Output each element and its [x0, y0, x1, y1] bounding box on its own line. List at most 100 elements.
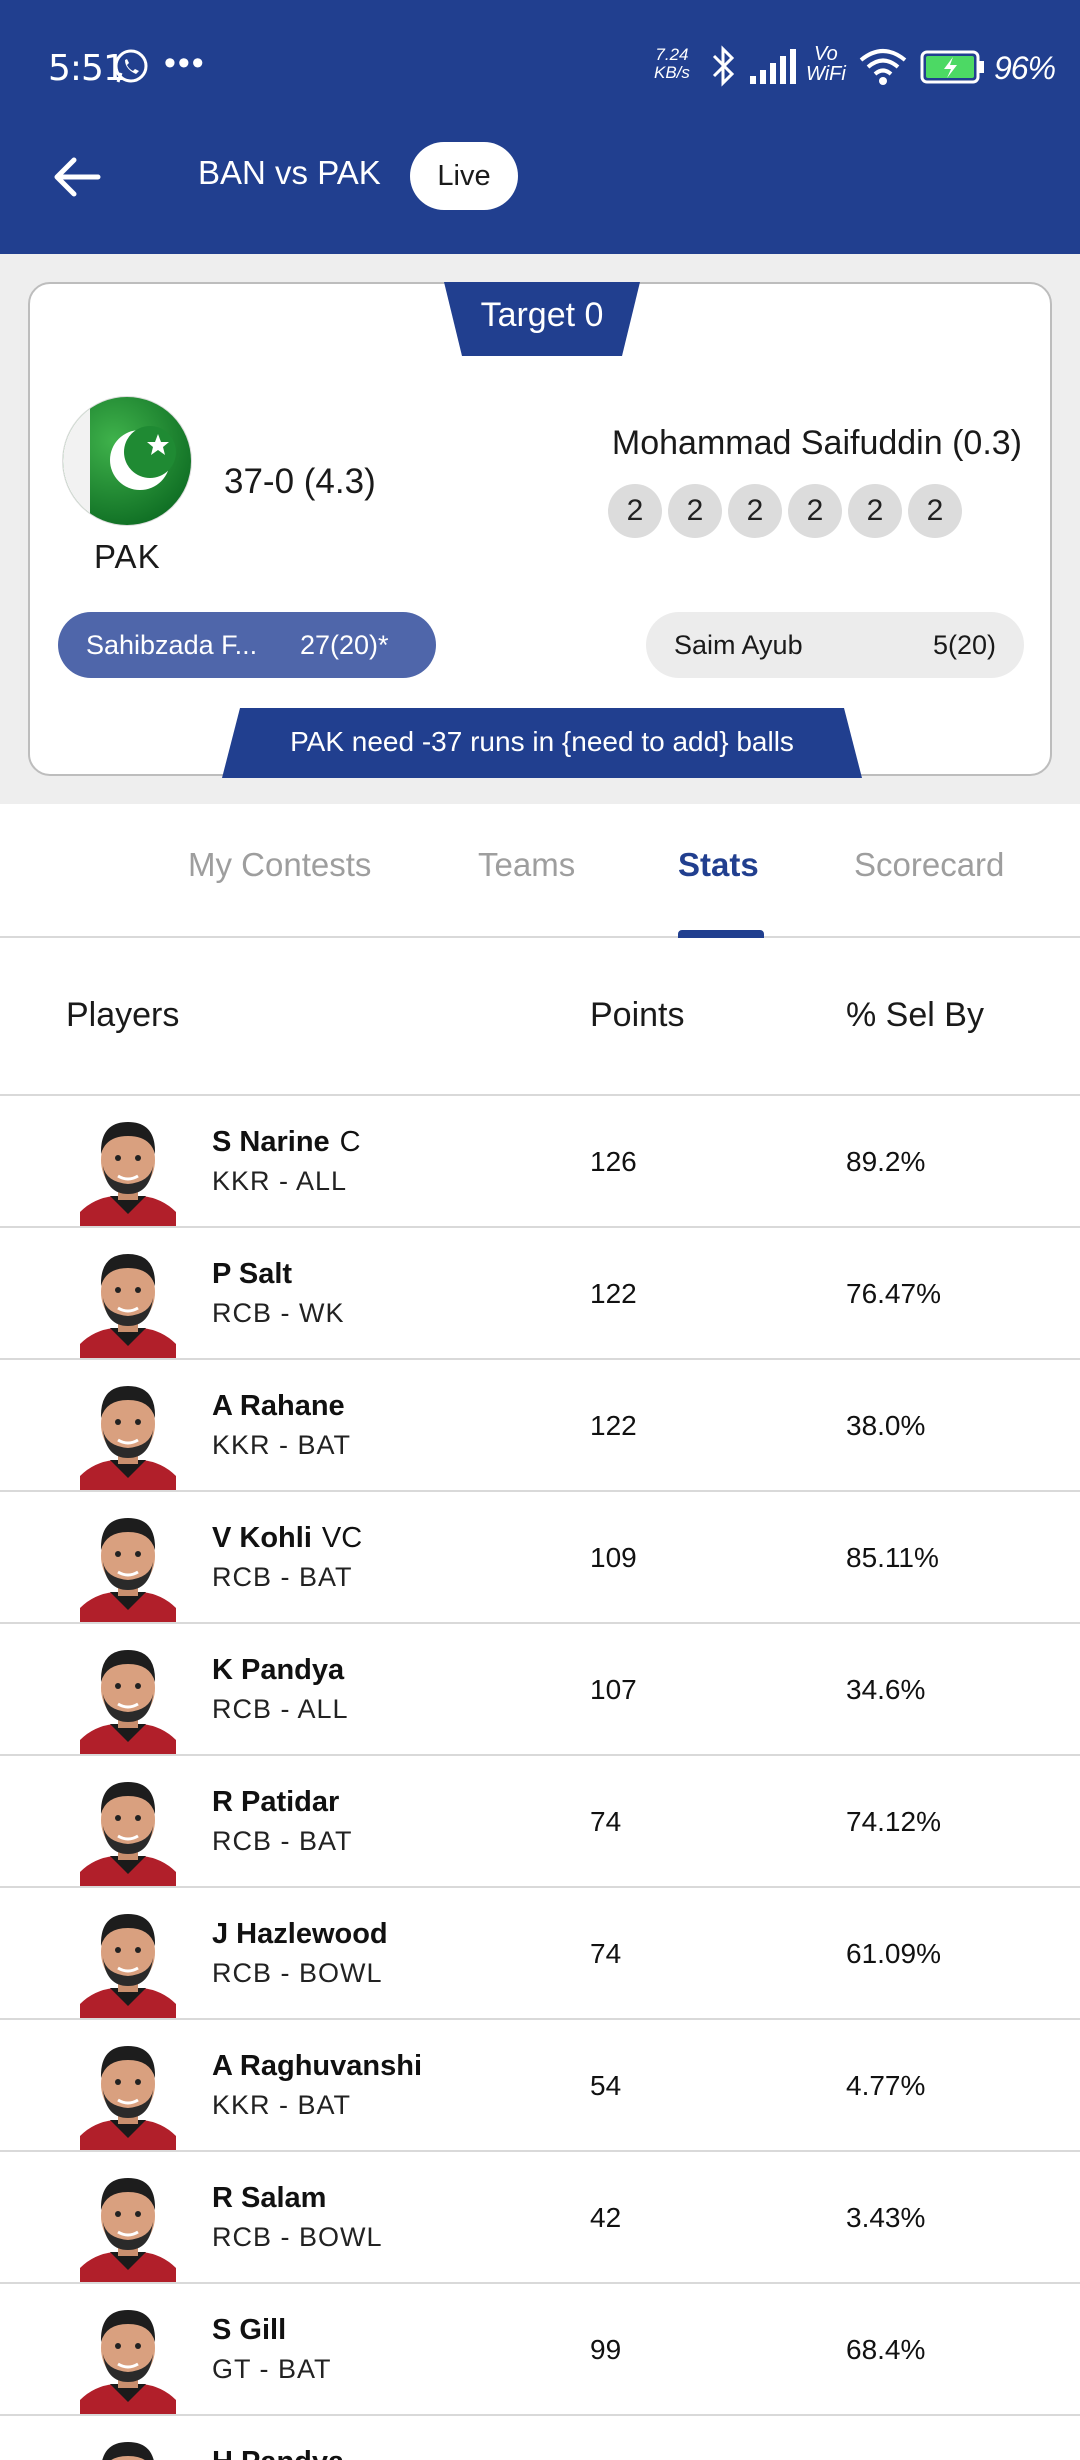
player-team: KKR - ALL: [212, 1166, 348, 1196]
active-tab-indicator: [678, 930, 764, 938]
player-avatar: [80, 1254, 176, 1358]
player-name: A Rahane: [212, 1390, 345, 1422]
ball-result: 2: [908, 484, 962, 538]
batsman-runs: 27(20)*: [300, 630, 389, 660]
player-selected-by: 74.12%: [846, 1806, 941, 1837]
player-selected-by: 61.09%: [846, 1938, 941, 1969]
battery-percent: 96%: [994, 50, 1056, 86]
player-avatar: [80, 1914, 176, 2018]
match-title: BAN vs PAK: [198, 154, 381, 191]
player-selected-by: 3.43%: [846, 2202, 926, 2233]
player-role-tag: VC: [321, 1522, 363, 1554]
column-header-sel-by: % Sel By: [846, 996, 984, 1034]
player-team: RCB - BAT: [212, 1562, 353, 1592]
player-points: 42: [590, 2202, 622, 2233]
player-avatar: [80, 1518, 176, 1622]
ball-result: 2: [608, 484, 662, 538]
tab-teams[interactable]: Teams: [478, 846, 575, 884]
player-avatar: [80, 1650, 176, 1754]
table-row[interactable]: P Salt RCB - WK 122 76.47%: [0, 1228, 1080, 1360]
player-team: GT - BAT: [212, 2354, 332, 2384]
player-selected-by: 89.2%: [846, 1146, 926, 1177]
more-notifications-icon: •••: [164, 44, 206, 82]
runs-needed-banner: PAK need -37 runs in {need to add} balls: [222, 708, 862, 778]
pakistan-flag-icon: [62, 396, 192, 526]
column-header-players: Players: [66, 996, 180, 1034]
table-row[interactable]: H Pandya: [0, 2416, 1080, 2460]
player-avatar: [80, 1122, 176, 1226]
player-name: K Pandya: [212, 1654, 345, 1686]
whatsapp-icon: [114, 49, 148, 83]
player-avatar: [80, 2310, 176, 2414]
network-speed: 7.24 KB/s: [654, 45, 690, 82]
batsman-name: Sahibzada F...: [86, 630, 258, 660]
player-avatar: [102, 2442, 154, 2460]
player-name: R Patidar: [212, 1786, 340, 1818]
player-points: 74: [590, 1806, 622, 1837]
player-selected-by: 85.11%: [846, 1542, 939, 1573]
player-name: V Kohli VC: [212, 1522, 363, 1554]
column-header-points: Points: [590, 996, 685, 1034]
signal-icon: [750, 49, 796, 84]
ball-result: 2: [668, 484, 722, 538]
bluetooth-icon: [712, 45, 735, 87]
player-selected-by: 4.77%: [846, 2070, 926, 2101]
score-area: Target 0 PAK 37-0 (4.3) Mohammad Saifudd…: [0, 254, 1080, 804]
table-row[interactable]: J Hazlewood RCB - BOWL 74 61.09%: [0, 1888, 1080, 2020]
player-points: 99: [590, 2334, 622, 2365]
table-row[interactable]: V Kohli VC RCB - BAT 109 85.11%: [0, 1492, 1080, 1624]
battery-icon: [920, 50, 984, 84]
table-row[interactable]: R Patidar RCB - BAT 74 74.12%: [0, 1756, 1080, 1888]
player-points: 109: [590, 1542, 637, 1573]
player-name: H Pandya: [212, 2446, 354, 2460]
player-team: RCB - WK: [212, 1298, 345, 1328]
app-header: 5:51 ••• 7.24 KB/s Vo WiFi 96% BAN vs PA…: [0, 0, 1080, 254]
player-selected-by: 76.47%: [846, 1278, 941, 1309]
player-points: 122: [590, 1410, 637, 1441]
stats-table-header: Players Points % Sel By: [0, 938, 1080, 1096]
batsman-striker: Sahibzada F... 27(20)*: [58, 612, 436, 678]
ball-result: 2: [788, 484, 842, 538]
player-selected-by: 68.4%: [846, 2334, 926, 2365]
player-name: J Hazlewood: [212, 1918, 388, 1950]
vowifi-indicator: Vo WiFi: [806, 43, 846, 85]
player-team: RCB - ALL: [212, 1694, 349, 1724]
table-row[interactable]: A Raghuvanshi KKR - BAT 54 4.77%: [0, 2020, 1080, 2152]
player-points: 122: [590, 1278, 637, 1309]
table-row[interactable]: K Pandya RCB - ALL 107 34.6%: [0, 1624, 1080, 1756]
team-name: PAK: [94, 538, 161, 575]
batsman-name: Saim Ayub: [674, 630, 803, 660]
status-bar: 5:51 ••• 7.24 KB/s Vo WiFi 96%: [0, 0, 1080, 138]
tab-my-contests[interactable]: My Contests: [188, 846, 371, 884]
score-card: Target 0 PAK 37-0 (4.3) Mohammad Saifudd…: [28, 282, 1052, 778]
table-row[interactable]: A Rahane KKR - BAT 122 38.0%: [0, 1360, 1080, 1492]
target-text: Target 0: [480, 296, 604, 334]
table-row[interactable]: S Narine C KKR - ALL 126 89.2%: [0, 1096, 1080, 1228]
live-badge: Live: [410, 142, 518, 210]
ball-result: 2: [848, 484, 902, 538]
player-points: 126: [590, 1146, 637, 1177]
tab-scorecard[interactable]: Scorecard: [854, 846, 1004, 884]
tab-stats[interactable]: Stats: [678, 846, 759, 884]
batsman-runs: 5(20): [932, 630, 996, 660]
player-team: RCB - BOWL: [212, 1958, 383, 1988]
player-avatar: [80, 2178, 176, 2282]
table-row[interactable]: R Salam RCB - BOWL 42 3.43%: [0, 2152, 1080, 2284]
player-name: P Salt: [212, 1258, 293, 1290]
table-row[interactable]: S Gill GT - BAT 99 68.4%: [0, 2284, 1080, 2416]
player-role-tag: C: [339, 1126, 361, 1158]
runs-needed-text: PAK need -37 runs in {need to add} balls: [290, 726, 794, 757]
player-team: KKR - BAT: [212, 1430, 352, 1460]
batsman-non-striker: Saim Ayub 5(20): [646, 612, 1024, 678]
bowler-name: Mohammad Saifuddin (0.3): [611, 424, 1022, 462]
player-points: 74: [590, 1938, 622, 1969]
player-name: A Raghuvanshi: [212, 2050, 423, 2082]
player-name: R Salam: [212, 2182, 327, 2214]
team-score: 37-0 (4.3): [224, 462, 376, 501]
target-banner: Target 0: [444, 282, 640, 356]
player-team: KKR - BAT: [212, 2090, 352, 2120]
player-points: 107: [590, 1674, 637, 1705]
back-arrow-icon[interactable]: [50, 150, 104, 204]
player-selected-by: 38.0%: [846, 1410, 926, 1441]
stats-table-body: S Narine C KKR - ALL 126 89.2% P Salt RCB…: [0, 1096, 1080, 2460]
